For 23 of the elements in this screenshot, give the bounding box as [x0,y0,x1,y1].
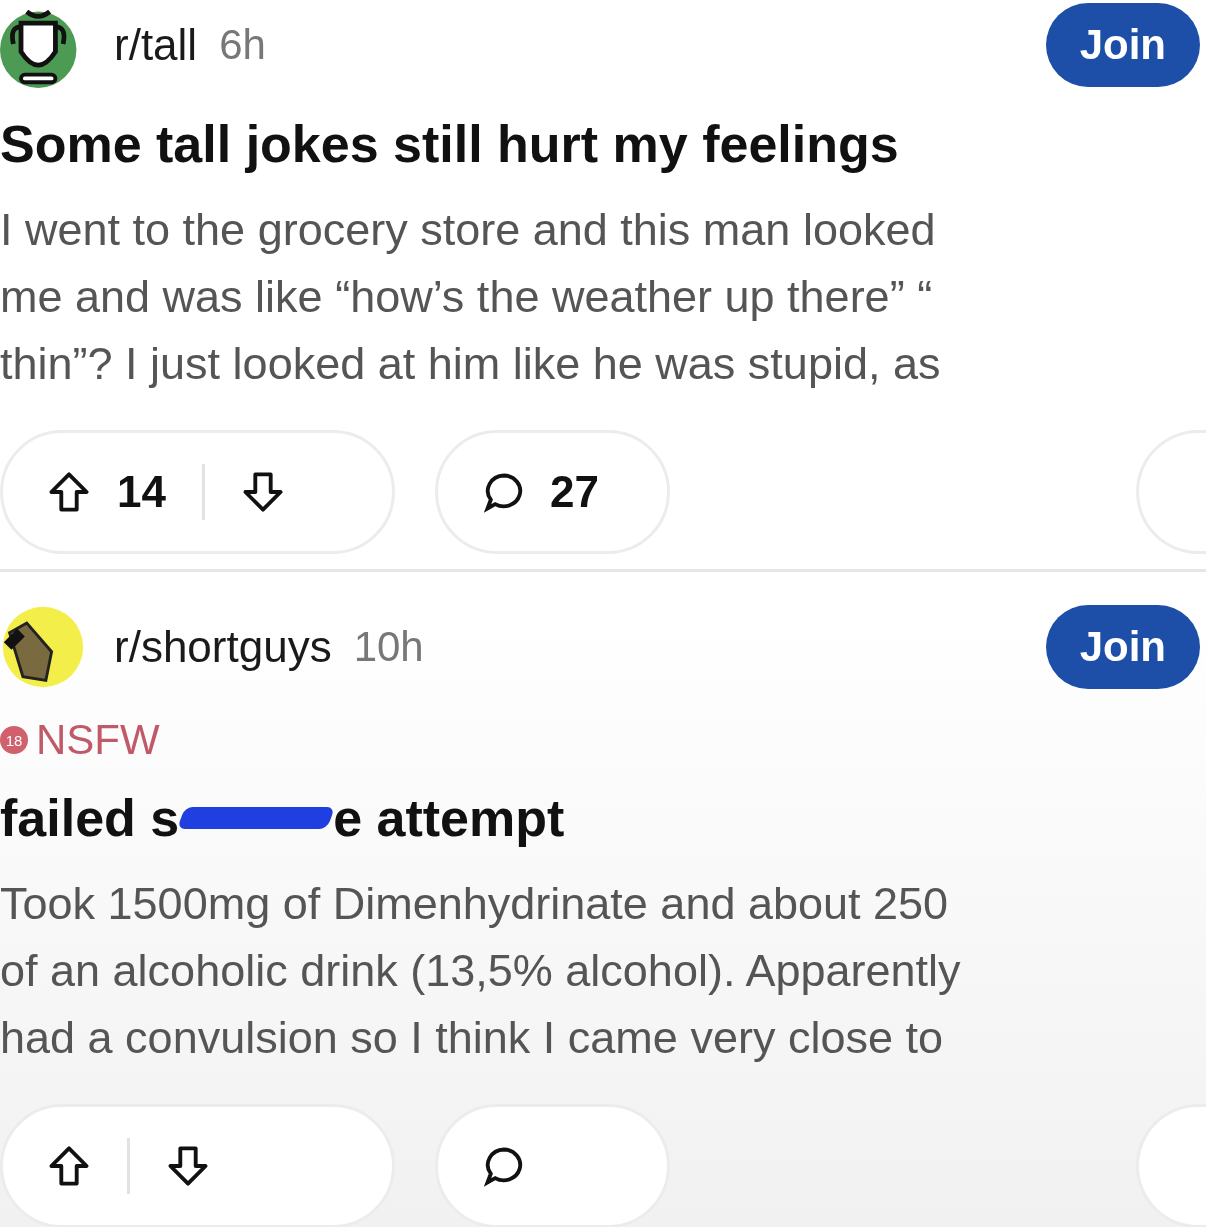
subreddit-name[interactable]: r/shortguys [114,622,332,672]
post-body-line: Took 1500mg of Dimenhydrinate and about 250 [0,877,950,931]
join-button[interactable]: Join [1045,605,1200,689]
upvote-icon[interactable] [47,470,91,514]
post-time: 6h [219,21,266,69]
post-body-line: had a convulsion so I think I came very close to [0,1011,944,1065]
subreddit-name[interactable]: r/tall [114,20,198,70]
post-title[interactable]: Some tall jokes still hurt my feelings [0,114,899,174]
post-body-line: me and was like “how’s the weather up there” “ [0,270,934,324]
post-body-line: of an alcoholic drink (13,5% alcohol). Apparently [0,944,962,998]
cartoon-avatar-icon [0,604,86,690]
upvote-count: 14 [117,467,166,517]
comments-button[interactable]: 27 [435,430,670,554]
post-title[interactable]: e attempt [333,788,565,848]
downvote-icon[interactable] [166,1144,210,1188]
upvote-icon[interactable] [47,1144,91,1188]
post-title[interactable]: failed s [0,788,180,848]
age-badge: 18 [0,726,28,754]
nsfw-label: NSFW [36,716,160,764]
post-body-line: I went to the grocery store and this man looked [0,203,937,257]
post-time: 10h [353,623,424,671]
post-body-line: thin”? I just looked at him like he was stupid, as [0,337,942,391]
join-button[interactable]: Join [1045,3,1200,87]
